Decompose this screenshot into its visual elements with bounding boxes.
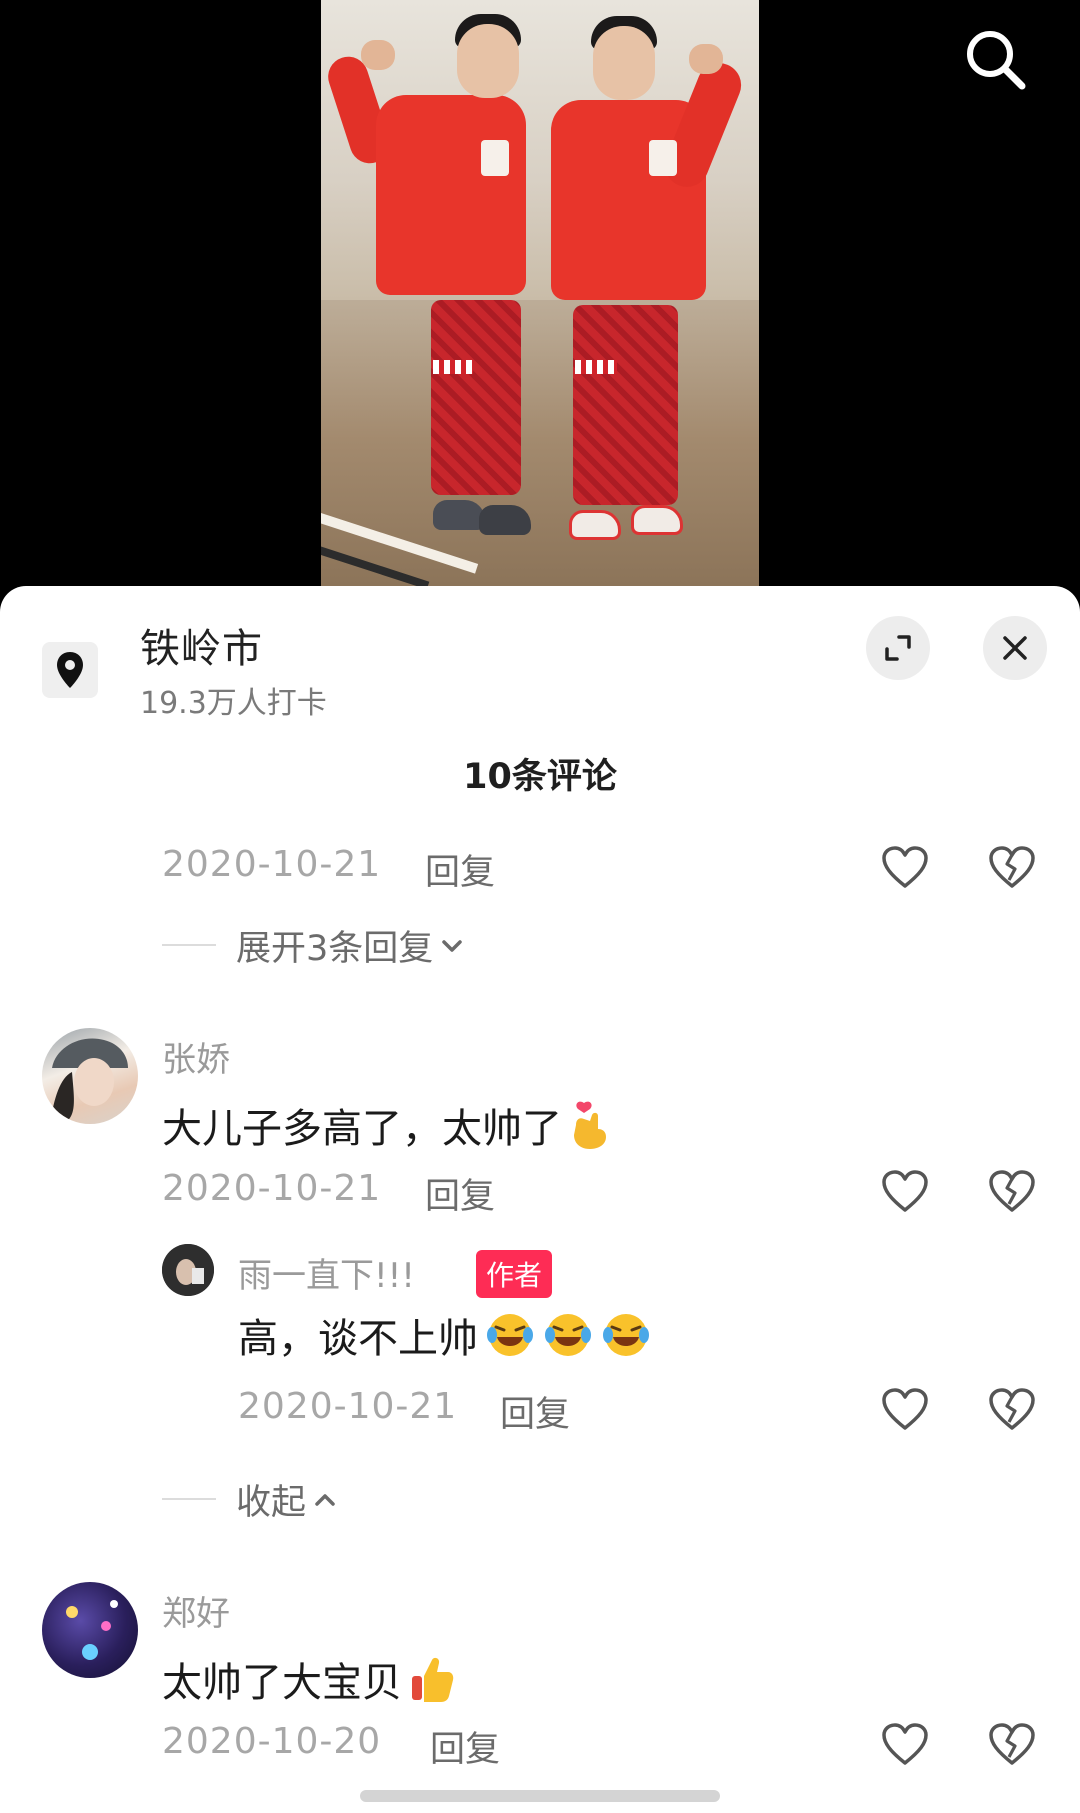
chevron-down-icon xyxy=(442,939,463,952)
expand-replies-button[interactable]: 展开3条回复 xyxy=(236,920,465,971)
reply-text: 高，谈不上帅 xyxy=(238,1306,652,1364)
comment-count-title: 10条评论 xyxy=(463,757,617,797)
broken-heart-icon[interactable] xyxy=(987,1721,1037,1767)
reply-username[interactable]: 雨一直下!!! xyxy=(238,1248,415,1297)
player-figure-right xyxy=(521,0,759,586)
thumbs-up-icon xyxy=(412,1657,454,1702)
expand-icon xyxy=(885,635,911,661)
location-name[interactable]: 铁岭市 xyxy=(140,616,263,674)
expand-sheet-button[interactable] xyxy=(866,616,930,680)
heart-icon[interactable] xyxy=(880,1168,930,1214)
comment-date: 2020-10-21 xyxy=(162,1168,382,1209)
reply-date: 2020-10-21 xyxy=(238,1386,458,1427)
location-checkin-count: 19.3万人打卡 xyxy=(140,686,327,721)
comment-date: 2020-10-21 xyxy=(162,844,382,885)
reply-button[interactable]: 回复 xyxy=(430,1721,500,1772)
reply-text-content: 高，谈不上帅 xyxy=(238,1316,478,1362)
broken-heart-icon[interactable] xyxy=(987,844,1037,890)
finger-heart-icon xyxy=(574,1101,606,1149)
rolling-laughing-icon xyxy=(487,1314,533,1356)
collapse-replies-label: 收起 xyxy=(236,1483,307,1523)
comment-sheet: 铁岭市 19.3万人打卡 10条评论 2020-10-21 回复 展开3条回复 xyxy=(0,586,1080,1813)
comment-text-content: 大儿子多高了，太帅了 xyxy=(162,1106,562,1152)
reply-button[interactable]: 回复 xyxy=(425,844,495,895)
close-sheet-button[interactable] xyxy=(983,616,1047,680)
reply-button[interactable]: 回复 xyxy=(500,1386,570,1437)
chevron-up-icon xyxy=(315,1493,335,1506)
video-frame-image xyxy=(321,0,759,586)
avatar[interactable] xyxy=(42,1582,138,1678)
broken-heart-icon[interactable] xyxy=(987,1386,1037,1432)
author-badge: 作者 xyxy=(476,1250,553,1298)
comment-text: 大儿子多高了，太帅了 xyxy=(162,1096,614,1154)
reply-avatar[interactable] xyxy=(162,1244,214,1296)
comment-date: 2020-10-20 xyxy=(162,1721,382,1762)
heart-icon[interactable] xyxy=(880,1721,930,1767)
video-player[interactable] xyxy=(0,0,1080,600)
comment-text-content: 太帅了大宝贝 xyxy=(162,1660,402,1706)
reply-button[interactable]: 回复 xyxy=(425,1168,495,1219)
search-icon xyxy=(967,31,1026,90)
rolling-laughing-icon xyxy=(545,1314,591,1356)
comment-username[interactable]: 郑好 xyxy=(162,1586,230,1635)
collapse-replies-button[interactable]: 收起 xyxy=(236,1474,338,1525)
broken-heart-icon[interactable] xyxy=(987,1168,1037,1214)
comment-text: 太帅了大宝贝 xyxy=(162,1650,456,1708)
expand-replies-label: 展开3条回复 xyxy=(236,929,434,969)
search-button[interactable] xyxy=(958,22,1032,96)
heart-icon[interactable] xyxy=(880,844,930,890)
avatar[interactable] xyxy=(42,1028,138,1124)
thread-divider xyxy=(162,1498,216,1500)
location-pin-icon xyxy=(42,642,98,698)
thread-divider xyxy=(162,944,216,946)
player-figure-left xyxy=(321,0,541,586)
rolling-laughing-icon xyxy=(603,1314,649,1356)
close-icon xyxy=(1003,636,1027,660)
comment-username[interactable]: 张娇 xyxy=(162,1032,230,1081)
heart-icon[interactable] xyxy=(880,1386,930,1432)
home-indicator[interactable] xyxy=(360,1790,720,1802)
